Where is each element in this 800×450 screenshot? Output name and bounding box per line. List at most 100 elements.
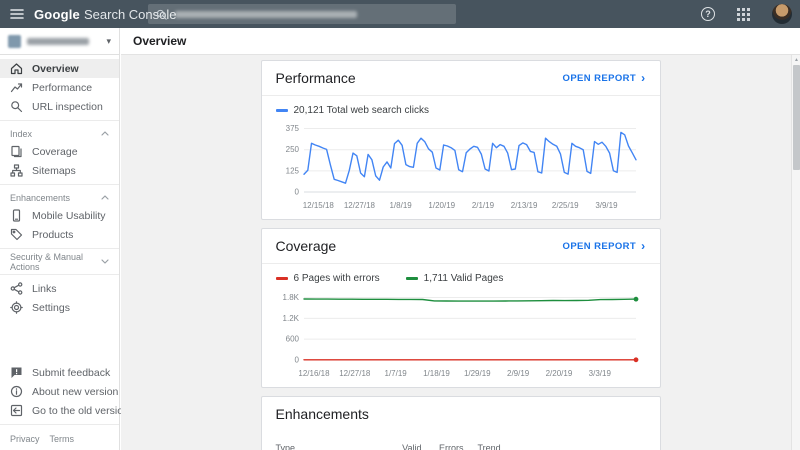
gear-icon bbox=[10, 301, 23, 314]
pages-icon bbox=[10, 145, 23, 158]
sidebar-divider bbox=[0, 184, 119, 185]
scrollbar-up-arrow[interactable]: ▲ bbox=[792, 55, 800, 64]
scrollbar-thumb[interactable] bbox=[793, 65, 800, 170]
svg-text:125: 125 bbox=[285, 166, 299, 175]
main-scrollbar[interactable]: ▲ bbox=[791, 55, 800, 450]
svg-text:1/8/19: 1/8/19 bbox=[389, 201, 412, 210]
sidebar-item-coverage[interactable]: Coverage bbox=[0, 142, 119, 161]
open-report-label: OPEN REPORT bbox=[563, 241, 637, 252]
sidebar-footer-nav: Submit feedback About new version Go to … bbox=[0, 359, 119, 450]
coverage-chart[interactable]: 06001.2K1.8K12/16/1812/27/181/7/191/18/1… bbox=[262, 284, 660, 387]
chevron-up-icon bbox=[101, 131, 109, 136]
terms-link[interactable]: Terms bbox=[50, 434, 75, 444]
svg-text:0: 0 bbox=[294, 188, 299, 197]
enhancements-card: Enhancements Type Valid Errors Trend Mob… bbox=[261, 396, 661, 450]
property-selector[interactable]: ▾ bbox=[0, 28, 119, 55]
open-report-label: OPEN REPORT bbox=[563, 73, 637, 84]
topbar-actions: ? bbox=[701, 0, 792, 28]
feedback-icon bbox=[10, 366, 23, 379]
svg-text:250: 250 bbox=[285, 145, 299, 154]
svg-text:1.8K: 1.8K bbox=[282, 293, 299, 302]
sidebar-item-label: Overview bbox=[32, 63, 79, 75]
sidebar-item-label: Products bbox=[32, 229, 73, 241]
google-search-console-app: Google Search Console ? ▾ bbox=[0, 0, 800, 450]
col-type: Type bbox=[276, 443, 384, 450]
sidebar-item-about-new-version[interactable]: About new version bbox=[0, 382, 119, 401]
sidebar-item-label: Performance bbox=[32, 82, 92, 94]
enhancements-table: Type Valid Errors Trend Mobile Usability… bbox=[262, 431, 660, 450]
sidebar-item-settings[interactable]: Settings bbox=[0, 298, 119, 317]
coverage-card: Coverage OPEN REPORT › 6 Pages with erro… bbox=[261, 228, 661, 388]
sidebar-item-submit-feedback[interactable]: Submit feedback bbox=[0, 363, 119, 382]
chevron-right-icon: › bbox=[641, 240, 645, 252]
sidebar-item-links[interactable]: Links bbox=[0, 279, 119, 298]
sidebar-divider bbox=[0, 424, 119, 425]
user-avatar[interactable] bbox=[772, 4, 792, 24]
col-trend: Trend bbox=[468, 443, 534, 450]
info-icon bbox=[10, 385, 23, 398]
col-errors: Errors bbox=[426, 443, 468, 450]
svg-text:12/27/18: 12/27/18 bbox=[339, 369, 371, 378]
coverage-legend: 6 Pages with errors 1,711 Valid Pages bbox=[262, 264, 660, 284]
logo-google-text: Google bbox=[34, 7, 80, 22]
sidebar-item-performance[interactable]: Performance bbox=[0, 78, 119, 97]
legend-item-clicks: 20,121 Total web search clicks bbox=[276, 105, 429, 116]
sidebar-item-mobile-usability[interactable]: Mobile Usability bbox=[0, 206, 119, 225]
apps-grid-icon[interactable] bbox=[737, 8, 750, 21]
coverage-open-report-button[interactable]: OPEN REPORT › bbox=[563, 240, 646, 252]
sidebar-legal-links: Privacy Terms bbox=[0, 429, 119, 450]
privacy-link[interactable]: Privacy bbox=[10, 434, 40, 444]
sidebar-item-products[interactable]: Products bbox=[0, 225, 119, 244]
sidebar-section-enhancements[interactable]: Enhancements bbox=[0, 189, 119, 206]
sidebar-section-index[interactable]: Index bbox=[0, 125, 119, 142]
sidebar-item-label: About new version bbox=[32, 386, 118, 398]
performance-chart[interactable]: 012525037512/15/1812/27/181/8/191/20/192… bbox=[262, 116, 660, 219]
sidebar-item-label: Submit feedback bbox=[32, 367, 110, 379]
search-placeholder-redacted bbox=[175, 11, 357, 18]
legend-label: 1,711 Valid Pages bbox=[424, 273, 504, 284]
help-icon[interactable]: ? bbox=[701, 7, 715, 21]
chevron-right-icon: › bbox=[641, 72, 645, 84]
sidebar-divider bbox=[0, 120, 119, 121]
home-icon bbox=[10, 62, 23, 75]
sidebar: ▾ Overview Performance URL inspection I bbox=[0, 28, 120, 450]
sidebar-item-label: Sitemaps bbox=[32, 165, 76, 177]
legend-label: 20,121 Total web search clicks bbox=[294, 105, 429, 116]
sidebar-item-label: Go to the old version bbox=[32, 405, 129, 417]
main-content: Performance OPEN REPORT › 20,121 Total w… bbox=[121, 55, 800, 450]
sidebar-section-security[interactable]: Security & Manual Actions bbox=[0, 253, 119, 270]
col-valid: Valid bbox=[384, 443, 426, 450]
svg-text:0: 0 bbox=[294, 356, 299, 365]
chevron-up-icon bbox=[101, 195, 109, 200]
sidebar-item-old-version[interactable]: Go to the old version bbox=[0, 401, 119, 420]
sidebar-item-label: Mobile Usability bbox=[32, 210, 106, 222]
links-icon bbox=[10, 282, 23, 295]
property-favicon bbox=[8, 35, 21, 48]
sidebar-item-overview[interactable]: Overview bbox=[0, 59, 119, 78]
performance-card-header: Performance OPEN REPORT › bbox=[262, 61, 660, 96]
legend-item-valid: 1,711 Valid Pages bbox=[406, 273, 504, 284]
url-inspection-search-input[interactable] bbox=[148, 4, 456, 24]
section-label: Index bbox=[10, 129, 32, 139]
sidebar-nav: Overview Performance URL inspection Inde… bbox=[0, 55, 119, 317]
performance-legend: 20,121 Total web search clicks bbox=[262, 96, 660, 116]
sidebar-item-label: Settings bbox=[32, 302, 70, 314]
legend-dash-blue bbox=[276, 109, 288, 112]
legend-dash-red bbox=[276, 277, 288, 280]
sidebar-item-sitemaps[interactable]: Sitemaps bbox=[0, 161, 119, 180]
section-label: Security & Manual Actions bbox=[10, 252, 101, 272]
coverage-card-header: Coverage OPEN REPORT › bbox=[262, 229, 660, 264]
page-title-bar: Overview bbox=[121, 28, 800, 55]
card-title: Performance bbox=[276, 70, 356, 86]
svg-text:3/3/19: 3/3/19 bbox=[588, 369, 611, 378]
svg-text:1.2K: 1.2K bbox=[282, 314, 299, 323]
performance-open-report-button[interactable]: OPEN REPORT › bbox=[563, 72, 646, 84]
sidebar-item-url-inspection[interactable]: URL inspection bbox=[0, 97, 119, 116]
legend-dash-green bbox=[406, 277, 418, 280]
legend-item-errors: 6 Pages with errors bbox=[276, 273, 380, 284]
sidebar-spacer bbox=[0, 317, 119, 359]
svg-text:1/20/19: 1/20/19 bbox=[428, 201, 455, 210]
svg-text:12/27/18: 12/27/18 bbox=[343, 201, 375, 210]
smartphone-icon bbox=[10, 209, 23, 222]
hamburger-menu-icon[interactable] bbox=[0, 8, 34, 20]
